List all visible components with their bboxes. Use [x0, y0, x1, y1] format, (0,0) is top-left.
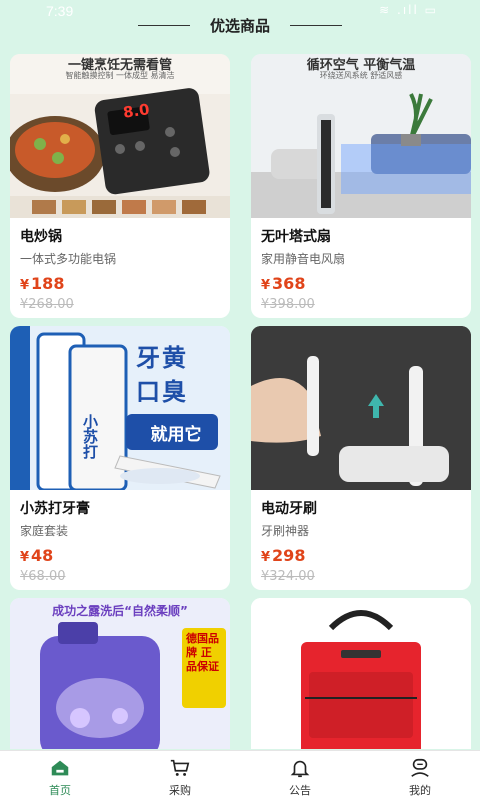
price-value: 48: [31, 546, 54, 565]
product-price: ¥298: [261, 546, 305, 565]
tube-label: 小苏打: [81, 414, 99, 459]
product-subtitle: 家庭套装: [20, 524, 69, 538]
title-divider-right: [290, 24, 342, 26]
tab-label: 采购: [169, 784, 191, 797]
product-image: 牙黄 口臭 就用它 小苏打: [10, 326, 230, 490]
product-image: 成功之露洗后“自然柔顺” 德国品牌 正品保证: [10, 598, 230, 749]
tab-home[interactable]: 首页: [0, 751, 120, 800]
tab-label: 公告: [289, 784, 311, 797]
product-original-price: ¥268.00: [20, 297, 74, 312]
product-subtitle: 家用静音电风扇: [261, 252, 346, 266]
product-image: 一键烹饪无需看管 智能触摸控制 一体成型 易清洁 8.0: [10, 54, 230, 218]
product-card[interactable]: 牙黄 口臭 就用它 小苏打 小苏打牙膏 家庭套装 ¥48 ¥68.00: [10, 326, 230, 590]
product-image: [251, 326, 471, 490]
product-card[interactable]: 循环空气 平衡气温 环绕送风系统 舒适风感 无叶塔式扇 家用静音电风扇 ¥368…: [251, 54, 471, 318]
cart-icon: [170, 759, 190, 776]
product-name: 无叶塔式扇: [261, 229, 331, 245]
product-original-price: ¥398.00: [261, 297, 315, 312]
product-banner-line1: 牙黄: [136, 344, 188, 372]
user-icon: [411, 758, 429, 777]
tab-profile[interactable]: 我的: [360, 751, 480, 800]
tab-label: 我的: [409, 784, 431, 797]
product-banner-subtext: 智能触摸控制 一体成型 易清洁: [65, 71, 175, 80]
product-grid: 一键烹饪无需看管 智能触摸控制 一体成型 易清洁 8.0 电炒锅 一体式多功能电…: [10, 54, 472, 749]
product-side-badge: 德国品牌 正品保证: [186, 632, 219, 673]
product-subtitle: 牙刷神器: [261, 524, 310, 538]
currency-symbol: ¥: [261, 550, 271, 565]
bottom-tab-bar: 首页 采购 公告 我的: [0, 750, 480, 800]
product-original-price: ¥324.00: [261, 569, 315, 584]
product-card[interactable]: 一键烹饪无需看管 智能触摸控制 一体成型 易清洁 8.0 电炒锅 一体式多功能电…: [10, 54, 230, 318]
tab-purchase[interactable]: 采购: [120, 751, 240, 800]
currency-symbol: ¥: [20, 550, 30, 565]
product-card[interactable]: [251, 598, 471, 749]
product-price: ¥48: [20, 546, 53, 565]
currency-symbol: ¥: [261, 278, 271, 293]
product-banner-line3: 就用它: [150, 425, 202, 445]
tab-label: 首页: [49, 784, 71, 797]
product-banner-subtext: 环绕送风系统 舒适风感: [319, 71, 403, 80]
header: 优选商品: [0, 10, 480, 40]
price-value: 368: [272, 274, 306, 293]
product-name: 电动牙刷: [261, 501, 317, 517]
product-price: ¥368: [261, 274, 305, 293]
product-card[interactable]: 电动牙刷 牙刷神器 ¥298 ¥324.00: [251, 326, 471, 590]
price-value: 188: [31, 274, 65, 293]
product-banner-text: 成功之露洗后“自然柔顺”: [52, 604, 188, 618]
tab-announcement[interactable]: 公告: [240, 751, 360, 800]
product-card[interactable]: 成功之露洗后“自然柔顺” 德国品牌 正品保证: [10, 598, 230, 749]
bell-icon: [290, 760, 310, 778]
product-name: 电炒锅: [20, 229, 62, 245]
price-value: 298: [272, 546, 306, 565]
currency-symbol: ¥: [20, 278, 30, 293]
product-price: ¥188: [20, 274, 64, 293]
cooker-display: 8.0: [121, 100, 151, 122]
product-name: 小苏打牙膏: [20, 501, 90, 517]
product-original-price: ¥68.00: [20, 569, 66, 584]
product-banner-line2: 口臭: [136, 378, 188, 406]
page-title: 优选商品: [209, 16, 270, 35]
title-divider-left: [137, 24, 190, 26]
home-icon: [51, 760, 69, 776]
product-subtitle: 一体式多功能电锅: [20, 252, 117, 266]
product-image: [251, 598, 471, 749]
product-image: 循环空气 平衡气温 环绕送风系统 舒适风感: [251, 54, 471, 218]
